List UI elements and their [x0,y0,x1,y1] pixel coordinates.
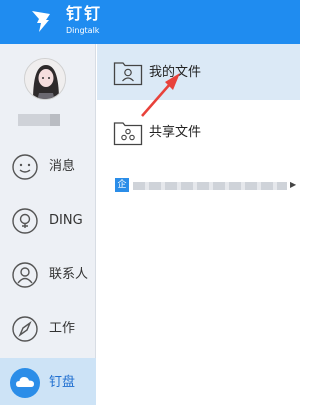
username-redacted-tail [50,114,60,126]
sidebar-item-label: 消息 [49,159,76,174]
username-redacted [18,114,50,126]
ding-icon [12,208,38,234]
sidebar-item-label: DING [49,213,83,228]
sidebar: 消息 DING 联系人 工作 钉盘 [0,44,96,405]
sidebar-item-label: 钉盘 [49,375,76,390]
sidebar-item-contacts[interactable]: 联系人 [0,250,96,300]
sidebar-item-label: 工作 [49,321,76,336]
sidebar-item-messages[interactable]: 消息 [0,142,96,192]
file-panel: 我的文件 共享文件 企 ▶ [97,44,300,405]
avatar-image [25,59,65,99]
team-files-item[interactable]: 企 ▶ [97,172,300,200]
brand: 钉钉 Dingtalk [66,4,102,36]
cloud-drive-icon [10,368,40,398]
work-icon [12,316,38,342]
app-name-en: Dingtalk [66,26,100,35]
shared-files-folder-icon [113,122,143,146]
shared-files-label: 共享文件 [149,125,202,140]
chevron-right-icon: ▶ [290,180,297,189]
dingtalk-logo [32,11,50,32]
team-name-redacted [133,182,287,190]
app-name-cn: 钉钉 [66,4,103,23]
my-files-label: 我的文件 [149,65,202,80]
avatar[interactable] [24,58,66,100]
enterprise-badge: 企 [115,178,129,192]
sidebar-item-label: 联系人 [49,267,89,282]
contacts-icon [12,262,38,288]
sidebar-item-work[interactable]: 工作 [0,304,96,354]
my-files-item[interactable]: 我的文件 [97,44,300,100]
title-bar: 钉钉 Dingtalk [0,0,300,44]
message-icon [12,154,38,180]
sidebar-item-cloud-drive[interactable]: 钉盘 [0,358,96,405]
sidebar-item-ding[interactable]: DING [0,196,96,246]
my-files-folder-icon [113,62,143,86]
shared-files-item[interactable]: 共享文件 [97,104,300,160]
